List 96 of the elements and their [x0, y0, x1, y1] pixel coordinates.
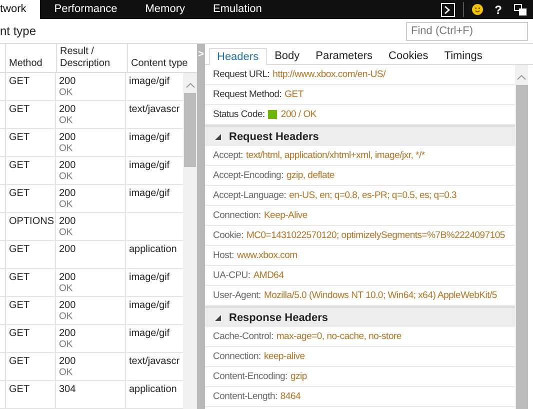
header-value: keep-alive — [264, 351, 305, 362]
status-description: OK — [59, 87, 73, 98]
method-cell: GET — [9, 188, 30, 199]
method-cell: GET — [9, 300, 30, 311]
method-cell: GET — [9, 132, 30, 143]
status-code: 304 — [59, 384, 76, 395]
summary-value: GET — [284, 89, 304, 100]
status-code: 200 — [59, 188, 76, 199]
header-value: gzip, deflate — [286, 170, 334, 181]
content-type-cell: application — [129, 384, 177, 395]
header-name: Accept: — [213, 150, 243, 161]
header-value: Mozilla/5.0 (Windows NT 10.0; Win64; x64) AppleWebKit/5 — [264, 290, 497, 301]
status-code: 200 — [59, 76, 76, 87]
content-type-cell: image/gif — [129, 132, 170, 143]
summary-value: http://www.xbox.com/en-US/ — [272, 69, 386, 80]
header-value: MC0=1431022570120; optimizelySegments=%7B%2224097105 — [246, 230, 505, 241]
tool-tab[interactable]: twork — [0, 0, 40, 19]
summary-value: 200 / OK — [280, 109, 316, 120]
status-description: OK — [59, 283, 73, 294]
header-name: UA-CPU: — [213, 270, 250, 281]
header-name: Cache-Control: — [213, 331, 274, 342]
status-code: 200 — [59, 328, 76, 339]
header-name: Content-Encoding: — [213, 371, 288, 382]
scrollbar[interactable] — [183, 73, 197, 409]
summary-label: Request URL: — [213, 69, 270, 80]
status-code: 200 — [59, 216, 76, 227]
status-code: 200 — [59, 132, 76, 143]
status-description: OK — [59, 199, 73, 210]
status-description: OK — [59, 171, 73, 182]
header-name: User-Agent: — [213, 290, 261, 301]
content-type-cell: image/gif — [129, 76, 170, 87]
content-type-cell: text/javascr — [129, 356, 180, 367]
status-code: 200 — [59, 104, 76, 115]
column-header[interactable]: Result / Description — [57, 44, 128, 72]
column-header[interactable]: Method — [6, 44, 57, 72]
status-description: OK — [59, 339, 73, 350]
content-type-cell: application — [129, 244, 177, 255]
header-value: gzip — [290, 371, 307, 382]
content-type-cell: image/gif — [129, 300, 170, 311]
content-type-cell: image/gif — [129, 272, 170, 283]
method-cell: GET — [9, 76, 30, 87]
smiley-icon[interactable] — [472, 4, 483, 15]
status-description: OK — [59, 115, 73, 126]
content-type-cell: image/gif — [129, 188, 170, 199]
header-value: Keep-Alive — [264, 210, 308, 221]
detail-tab[interactable]: Body — [266, 47, 308, 64]
header-value: AMD64 — [253, 270, 284, 281]
status-code: 200 — [59, 356, 76, 367]
method-cell: GET — [9, 272, 30, 283]
header-value: max-age=0, no-cache, no-store — [276, 331, 402, 342]
header-value: en-US, en; q=0.8, es-PR; q=0.5, es; q=0.3 — [289, 190, 457, 201]
column-header[interactable]: Content type — [128, 44, 197, 72]
detail-tab[interactable]: Cookies — [380, 47, 436, 64]
status-description: OK — [59, 227, 73, 238]
summary-label: Status Code: — [213, 109, 265, 120]
method-cell: GET — [9, 244, 30, 255]
console-icon[interactable] — [440, 2, 455, 16]
content-type-cell: image/gif — [129, 160, 170, 171]
detail-tab[interactable]: Headers — [209, 48, 267, 65]
dock-icon[interactable] — [514, 4, 527, 16]
status-code: 200 — [59, 244, 76, 255]
header-name: Host: — [213, 250, 234, 261]
status-description: OK — [59, 143, 73, 154]
header-name: Accept-Language: — [213, 190, 286, 201]
header-name: Connection: — [213, 351, 261, 362]
detail-tab[interactable]: Timings — [436, 47, 490, 64]
method-cell: GET — [9, 104, 30, 115]
header-value: 8464 — [280, 391, 301, 402]
section-header[interactable]: Response Headers — [205, 306, 515, 327]
scroll-up-icon[interactable] — [517, 75, 526, 80]
header-name: Cookie: — [213, 230, 244, 241]
method-cell: OPTIONS — [9, 216, 54, 227]
help-button[interactable]: ? — [494, 2, 502, 16]
scrollbar-thumb[interactable] — [184, 93, 196, 167]
find-field[interactable]: Find (Ctrl+F) — [406, 22, 528, 40]
status-description: OK — [59, 311, 73, 322]
method-cell: GET — [9, 160, 30, 171]
status-code: 200 — [59, 300, 76, 311]
header-name: Connection: — [213, 210, 261, 221]
section-header[interactable]: Request Headers — [205, 125, 515, 146]
status-description: OK — [59, 367, 73, 378]
header-name: Content-Length: — [213, 391, 278, 402]
filter-label: nt type — [0, 24, 36, 38]
header-name: Accept-Encoding: — [213, 170, 284, 181]
method-cell: GET — [9, 384, 30, 395]
scroll-up-icon[interactable] — [186, 83, 194, 88]
header-value: text/html, application/xhtml+xml, image/jxr, */* — [246, 150, 425, 161]
content-type-cell: text/javascr — [129, 104, 180, 115]
content-type-cell: image/gif — [129, 328, 170, 339]
status-code: 200 — [59, 160, 76, 171]
method-cell: GET — [9, 328, 30, 339]
status-code: 200 — [59, 272, 76, 283]
summary-label: Request Method: — [213, 89, 282, 100]
header-value: www.xbox.com — [236, 250, 298, 261]
method-cell: GET — [9, 356, 30, 367]
detail-tab[interactable]: Parameters — [308, 47, 381, 64]
